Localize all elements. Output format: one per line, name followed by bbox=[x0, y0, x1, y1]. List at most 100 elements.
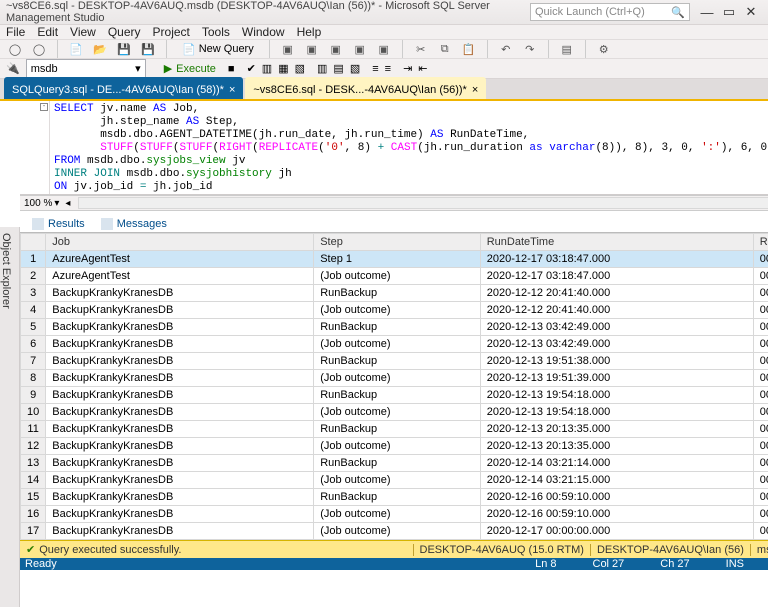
navigate-back-icon[interactable]: ◯ bbox=[6, 40, 24, 58]
table-row[interactable]: 8BackupKrankyKranesDB(Job outcome)2020-1… bbox=[21, 370, 768, 387]
close-icon[interactable]: × bbox=[472, 84, 478, 96]
tb-icon[interactable]: ▣ bbox=[327, 40, 345, 58]
chevron-down-icon[interactable]: ▾ bbox=[54, 198, 59, 209]
parse-icon[interactable]: ✔ bbox=[247, 62, 256, 75]
cell: 00:00:00:00 bbox=[753, 251, 768, 268]
tb-icon[interactable]: ▣ bbox=[279, 40, 297, 58]
status-ready: Ready bbox=[25, 558, 57, 570]
column-header[interactable]: RunDuration bbox=[753, 234, 768, 251]
change-connection-icon[interactable]: 🔌 bbox=[6, 62, 20, 75]
table-row[interactable]: 10BackupKrankyKranesDB(Job outcome)2020-… bbox=[21, 404, 768, 421]
table-row[interactable]: 16BackupKrankyKranesDB(Job outcome)2020-… bbox=[21, 506, 768, 523]
status-line: Ln 8 bbox=[517, 558, 574, 570]
chevron-down-icon: ▾ bbox=[135, 62, 141, 75]
table-row[interactable]: 5BackupKrankyKranesDBRunBackup2020-12-13… bbox=[21, 319, 768, 336]
table-row[interactable]: 14BackupKrankyKranesDB(Job outcome)2020-… bbox=[21, 472, 768, 489]
undo-icon[interactable]: ↶ bbox=[497, 40, 515, 58]
messages-tab[interactable]: Messages bbox=[93, 216, 175, 232]
close-icon[interactable]: × bbox=[229, 84, 235, 96]
navigate-fwd-icon[interactable]: ◯ bbox=[30, 40, 48, 58]
minimize-button[interactable]: — bbox=[696, 5, 718, 20]
save-icon[interactable]: 💾 bbox=[115, 40, 133, 58]
results-file-icon[interactable]: ▧ bbox=[350, 62, 360, 75]
cell: (Job outcome) bbox=[314, 404, 481, 421]
indent-icon[interactable]: ⇥ bbox=[403, 62, 412, 75]
cell: 00:00:00:01 bbox=[753, 336, 768, 353]
tb-icon[interactable]: ▦ bbox=[278, 62, 288, 75]
sql-editor[interactable]: - SELECT jv.name AS Job, jh.step_name AS… bbox=[20, 101, 768, 195]
cell: 1 bbox=[21, 251, 46, 268]
column-header[interactable]: Step bbox=[314, 234, 481, 251]
menu-project[interactable]: Project bbox=[153, 25, 190, 39]
table-row[interactable]: 6BackupKrankyKranesDB(Job outcome)2020-1… bbox=[21, 336, 768, 353]
document-tab[interactable]: SQLQuery3.sql - DE...-4AV6AUQ\Ian (58))*… bbox=[4, 77, 243, 99]
scroll-left-icon[interactable]: ◂ bbox=[65, 198, 70, 209]
object-explorer-tab[interactable]: Object Explorer bbox=[0, 227, 20, 607]
collapse-icon[interactable]: - bbox=[40, 103, 48, 111]
restore-button[interactable]: ▭ bbox=[718, 4, 740, 20]
database-combo[interactable]: msdb ▾ bbox=[26, 59, 146, 78]
zoom-level[interactable]: 100 % bbox=[24, 198, 52, 209]
uncomment-icon[interactable]: ≡ bbox=[385, 63, 391, 75]
menu-tools[interactable]: Tools bbox=[202, 25, 230, 39]
app-status-bar: Ready Ln 8 Col 27 Ch 27 INS bbox=[0, 558, 768, 570]
column-header[interactable] bbox=[21, 234, 46, 251]
tb-icon[interactable]: ▤ bbox=[558, 40, 576, 58]
table-row[interactable]: 4BackupKrankyKranesDB(Job outcome)2020-1… bbox=[21, 302, 768, 319]
results-grid[interactable]: JobStepRunDateTimeRunDuration1AzureAgent… bbox=[20, 233, 768, 540]
paste-icon[interactable]: 📋 bbox=[460, 40, 478, 58]
cut-icon[interactable]: ✂ bbox=[412, 40, 430, 58]
stop-icon[interactable]: ■ bbox=[228, 63, 235, 75]
sql-code[interactable]: SELECT jv.name AS Job, jh.step_name AS S… bbox=[50, 101, 768, 194]
table-row[interactable]: 15BackupKrankyKranesDBRunBackup2020-12-1… bbox=[21, 489, 768, 506]
table-row[interactable]: 3BackupKrankyKranesDBRunBackup2020-12-12… bbox=[21, 285, 768, 302]
column-header[interactable]: Job bbox=[46, 234, 314, 251]
cell: 00:00:00:00 bbox=[753, 319, 768, 336]
horizontal-scrollbar[interactable] bbox=[78, 197, 768, 209]
tb-icon[interactable]: ▣ bbox=[303, 40, 321, 58]
cell: 2020-12-14 03:21:14.000 bbox=[480, 455, 753, 472]
comment-icon[interactable]: ≡ bbox=[372, 63, 378, 75]
table-row[interactable]: 13BackupKrankyKranesDBRunBackup2020-12-1… bbox=[21, 455, 768, 472]
new-file-icon[interactable]: 📄 bbox=[67, 40, 85, 58]
redo-icon[interactable]: ↷ bbox=[521, 40, 539, 58]
table-row[interactable]: 12BackupKrankyKranesDB(Job outcome)2020-… bbox=[21, 438, 768, 455]
copy-icon[interactable]: ⧉ bbox=[436, 40, 454, 58]
menu-help[interactable]: Help bbox=[297, 25, 322, 39]
table-row[interactable]: 11BackupKrankyKranesDBRunBackup2020-12-1… bbox=[21, 421, 768, 438]
new-query-label: New Query bbox=[199, 43, 254, 55]
menu-query[interactable]: Query bbox=[108, 25, 141, 39]
column-header[interactable]: RunDateTime bbox=[480, 234, 753, 251]
results-text-icon[interactable]: ▤ bbox=[333, 62, 343, 75]
results-grid-icon[interactable]: ▥ bbox=[317, 62, 327, 75]
menu-view[interactable]: View bbox=[70, 25, 96, 39]
outdent-icon[interactable]: ⇤ bbox=[418, 62, 427, 75]
menu-file[interactable]: File bbox=[6, 25, 25, 39]
quick-launch-input[interactable]: Quick Launch (Ctrl+Q) 🔍 bbox=[530, 3, 690, 21]
document-tab[interactable]: ~vs8CE6.sql - DESK...-4AV6AUQ\Ian (56))*… bbox=[245, 77, 486, 99]
tb-icon[interactable]: ▣ bbox=[375, 40, 393, 58]
menu-edit[interactable]: Edit bbox=[37, 25, 58, 39]
table-row[interactable]: 1AzureAgentTestStep 12020-12-17 03:18:47… bbox=[21, 251, 768, 268]
tb-icon[interactable]: ▧ bbox=[295, 62, 305, 75]
menu-window[interactable]: Window bbox=[242, 25, 285, 39]
cell: 2020-12-17 03:18:47.000 bbox=[480, 268, 753, 285]
document-tabs: SQLQuery3.sql - DE...-4AV6AUQ\Ian (58))*… bbox=[0, 79, 768, 101]
results-tab[interactable]: Results bbox=[24, 216, 93, 232]
cell: 2020-12-16 00:59:10.000 bbox=[480, 489, 753, 506]
table-row[interactable]: 17BackupKrankyKranesDB(Job outcome)2020-… bbox=[21, 523, 768, 540]
database-combo-value: msdb bbox=[31, 63, 58, 75]
tb-settings-icon[interactable]: ⚙ bbox=[595, 40, 613, 58]
table-row[interactable]: 2AzureAgentTest(Job outcome)2020-12-17 0… bbox=[21, 268, 768, 285]
open-icon[interactable]: 📂 bbox=[91, 40, 109, 58]
save-all-icon[interactable]: 💾 bbox=[139, 40, 157, 58]
new-query-button[interactable]: 📄 New Query bbox=[176, 41, 260, 58]
display-plan-icon[interactable]: ▥ bbox=[262, 62, 272, 75]
table-row[interactable]: 9BackupKrankyKranesDBRunBackup2020-12-13… bbox=[21, 387, 768, 404]
close-button[interactable]: ✕ bbox=[740, 4, 762, 20]
cell: (Job outcome) bbox=[314, 506, 481, 523]
tb-icon[interactable]: ▣ bbox=[351, 40, 369, 58]
execute-button[interactable]: ▶ Execute bbox=[158, 61, 222, 76]
cell: BackupKrankyKranesDB bbox=[46, 438, 314, 455]
table-row[interactable]: 7BackupKrankyKranesDBRunBackup2020-12-13… bbox=[21, 353, 768, 370]
